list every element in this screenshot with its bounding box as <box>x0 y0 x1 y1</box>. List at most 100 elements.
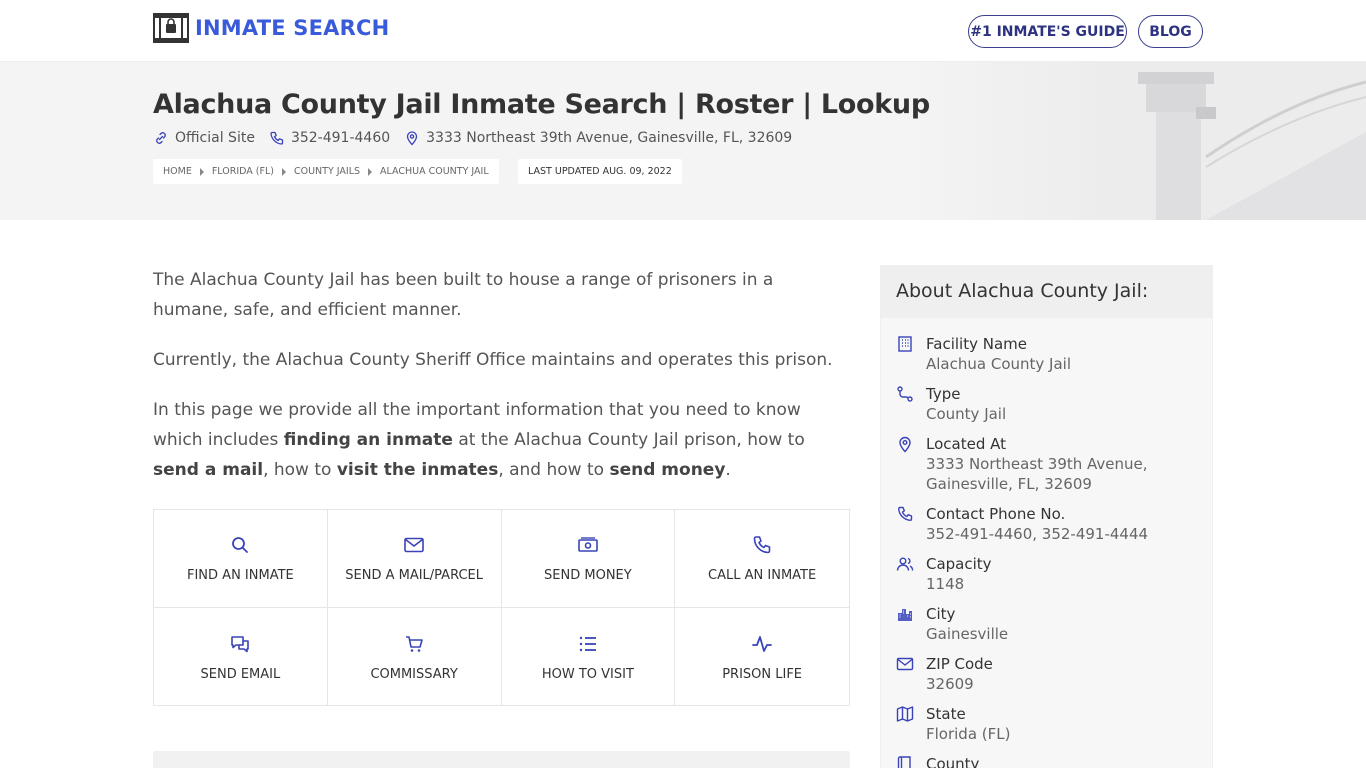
detail-label: Located At <box>926 435 1006 453</box>
detail-type: Type County Jail <box>896 384 1197 424</box>
detail-state: State Florida (FL) <box>896 704 1197 744</box>
detail-facility-name: Facility Name Alachua County Jail <box>896 334 1197 374</box>
intro-bold-send-money: send money <box>609 460 726 480</box>
tile-label: SEND A MAIL/PARCEL <box>345 568 483 583</box>
detail-value: Alachua County Jail <box>926 355 1071 373</box>
envelope-icon <box>896 657 914 671</box>
inmates-guide-button[interactable]: #1 INMATE'S GUIDE <box>968 15 1127 48</box>
detail-zip-code: ZIP Code 32609 <box>896 654 1197 694</box>
official-site-link[interactable]: Official Site <box>153 130 255 146</box>
intro-paragraph-2: Currently, the Alachua County Sheriff Of… <box>153 350 833 370</box>
blog-button[interactable]: BLOG <box>1138 15 1203 48</box>
breadcrumb: HOME FLORIDA (FL) COUNTY JAILS ALACHUA C… <box>153 159 499 184</box>
map-pin-icon <box>406 131 418 146</box>
detail-value: County Jail <box>926 405 1007 423</box>
intro-text-segment: at the Alachua County Jail prison, how t… <box>452 430 805 450</box>
intro-text-segment: . <box>725 460 731 480</box>
tile-label: FIND AN INMATE <box>187 568 294 583</box>
detail-value: Florida (FL) <box>926 725 1011 743</box>
detail-capacity: Capacity 1148 <box>896 554 1197 594</box>
hero-banner: Alachua County Jail Inmate Search | Rost… <box>0 62 1366 220</box>
detail-value: 352-491-4460, 352-491-4444 <box>926 525 1149 543</box>
intro-paragraph-3: In this page we provide all the importan… <box>153 395 843 485</box>
cart-icon <box>406 635 423 652</box>
call-inmate-tile[interactable]: CALL AN INMATE <box>675 510 849 608</box>
breadcrumb-caret-icon <box>368 167 373 176</box>
detail-label: City <box>926 605 956 623</box>
intro-bold-send-mail: send a mail <box>153 460 264 480</box>
search-icon <box>232 537 249 553</box>
tile-label: COMMISSARY <box>370 666 458 682</box>
tile-label: CALL AN INMATE <box>708 568 817 583</box>
map-pin-icon <box>899 436 911 453</box>
detail-label: County <box>926 755 980 768</box>
detail-label: Facility Name <box>926 335 1027 353</box>
detail-label: Contact Phone No. <box>926 505 1066 523</box>
detail-label: Capacity <box>926 555 992 573</box>
logo-text: INMATE SEARCH <box>195 16 390 40</box>
phone-icon <box>270 131 284 145</box>
next-section-panel <box>153 751 850 768</box>
intro-text-segment: , and how to <box>498 460 610 480</box>
detail-label: State <box>926 705 966 723</box>
detail-value: 1148 <box>926 575 965 593</box>
page-title: Alachua County Jail Inmate Search | Rost… <box>153 89 930 120</box>
detail-county: County <box>896 754 1197 768</box>
building-icon <box>898 336 912 352</box>
phone-link[interactable]: 352-491-4460 <box>269 130 390 146</box>
how-to-visit-tile[interactable]: HOW TO VISIT <box>502 608 676 706</box>
detail-value: Gainesville <box>926 625 1009 643</box>
site-header: INMATE SEARCH #1 INMATE'S GUIDE BLOG <box>0 0 1366 62</box>
envelope-icon <box>404 537 424 553</box>
facility-meta: Official Site 352-491-4460 3333 Northeas… <box>153 130 806 146</box>
detail-contact-phone: Contact Phone No. 352-491-4460, 352-491-4… <box>896 504 1197 544</box>
sidebar-title: About Alachua County Jail: <box>881 266 1212 318</box>
breadcrumb-current[interactable]: ALACHUA COUNTY JAIL <box>380 166 489 177</box>
intro-paragraph-1: The Alachua County Jail has been built t… <box>153 270 774 320</box>
jail-logo-icon <box>153 13 189 43</box>
link-icon <box>156 132 166 144</box>
detail-located-at: Located At 3333 Northeast 39th Avenue, Ga… <box>896 434 1197 494</box>
tile-label: SEND EMAIL <box>200 666 281 682</box>
list-icon <box>579 636 596 651</box>
breadcrumb-county-jails[interactable]: COUNTY JAILS <box>294 166 360 177</box>
detail-city: City Gainesville <box>896 604 1197 644</box>
intro-text: The Alachua County Jail has been built t… <box>153 265 843 505</box>
breadcrumb-caret-icon <box>281 167 286 176</box>
address-link[interactable]: 3333 Northeast 39th Avenue, Gainesville,… <box>404 130 792 146</box>
send-mail-tile[interactable]: SEND A MAIL/PARCEL <box>327 510 502 608</box>
intro-bold-visit: visit the inmates <box>336 460 499 480</box>
breadcrumb-florida[interactable]: FLORIDA (FL) <box>212 166 274 177</box>
detail-value: 3333 Northeast 39th Avenue, Gainesville,… <box>926 455 1148 493</box>
last-updated-badge: LAST UPDATED AUG. 09, 2022 <box>518 159 682 184</box>
detail-label: ZIP Code <box>926 655 993 673</box>
breadcrumb-home[interactable]: HOME <box>163 166 192 177</box>
book-icon <box>897 756 911 768</box>
send-email-tile[interactable]: SEND EMAIL <box>154 608 328 706</box>
action-grid: FIND AN INMATE SEND A MAIL/PARCEL SEND M… <box>153 509 850 706</box>
money-icon <box>578 537 598 552</box>
send-money-tile[interactable]: SEND MONEY <box>501 510 676 608</box>
detail-label: Type <box>926 385 961 403</box>
commissary-tile[interactable]: COMMISSARY <box>328 608 502 706</box>
tile-label: HOW TO VISIT <box>541 666 634 682</box>
intro-bold-finding-inmate: finding an inmate <box>283 430 453 450</box>
phone-number: 352-491-4460 <box>290 130 391 146</box>
intro-text-segment: , how to <box>263 460 337 480</box>
detail-value: 32609 <box>926 675 974 693</box>
pulse-icon <box>752 635 773 652</box>
chat-icon <box>231 635 250 652</box>
prison-life-tile[interactable]: PRISON LIFE <box>675 608 849 706</box>
official-site-label: Official Site <box>175 130 255 146</box>
tile-label: PRISON LIFE <box>722 666 803 682</box>
tile-label: SEND MONEY <box>544 568 632 583</box>
find-inmate-tile[interactable]: FIND AN INMATE <box>154 510 328 608</box>
site-logo[interactable]: INMATE SEARCH <box>153 13 389 43</box>
phone-icon <box>753 536 771 554</box>
prison-tower-background-image <box>906 62 1366 220</box>
city-icon <box>898 609 912 621</box>
facility-details-list: Facility Name Alachua County Jail Type Cou… <box>881 318 1212 768</box>
address-text: 3333 Northeast 39th Avenue, Gainesville,… <box>426 130 793 146</box>
map-icon <box>896 706 914 722</box>
about-sidebar: About Alachua County Jail: Facility Name… <box>880 265 1213 768</box>
